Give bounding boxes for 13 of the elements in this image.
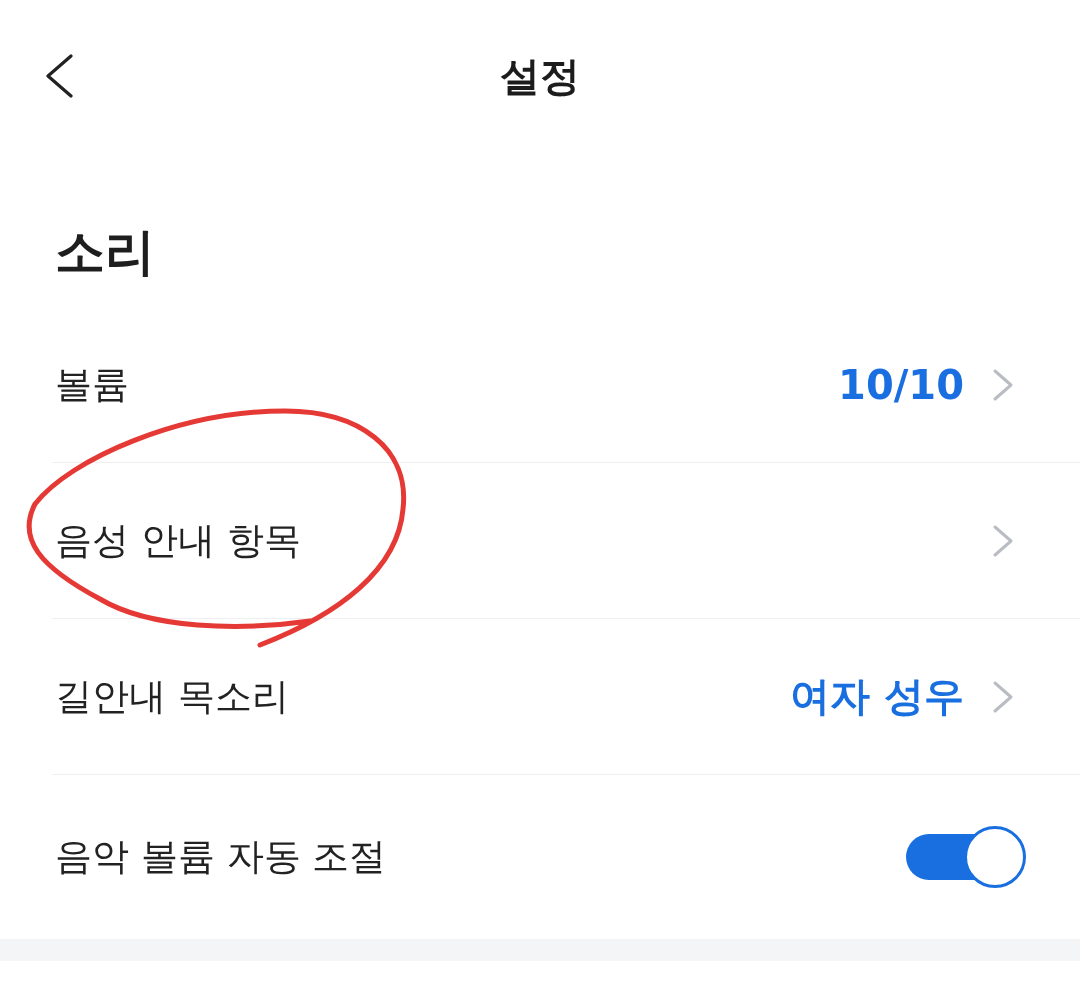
page-title: 설정 [500, 51, 580, 101]
section-title: 소리 [55, 222, 155, 282]
setting-label[interactable]: 볼륨 [55, 359, 129, 410]
toggle-switch[interactable] [906, 826, 1026, 888]
setting-value: 10/10 [838, 361, 964, 408]
back-chevron-icon[interactable] [44, 54, 74, 98]
chevron-right-icon[interactable] [992, 523, 1014, 558]
chevron-right-icon[interactable] [992, 679, 1014, 714]
setting-label[interactable]: 길안내 목소리 [55, 671, 289, 722]
chevron-right-icon[interactable] [992, 367, 1014, 402]
setting-label[interactable]: 음악 볼륨 자동 조절 [55, 832, 387, 882]
setting-label[interactable]: 음성 안내 항목 [55, 515, 301, 566]
setting-value: 여자 성우 [790, 672, 964, 721]
